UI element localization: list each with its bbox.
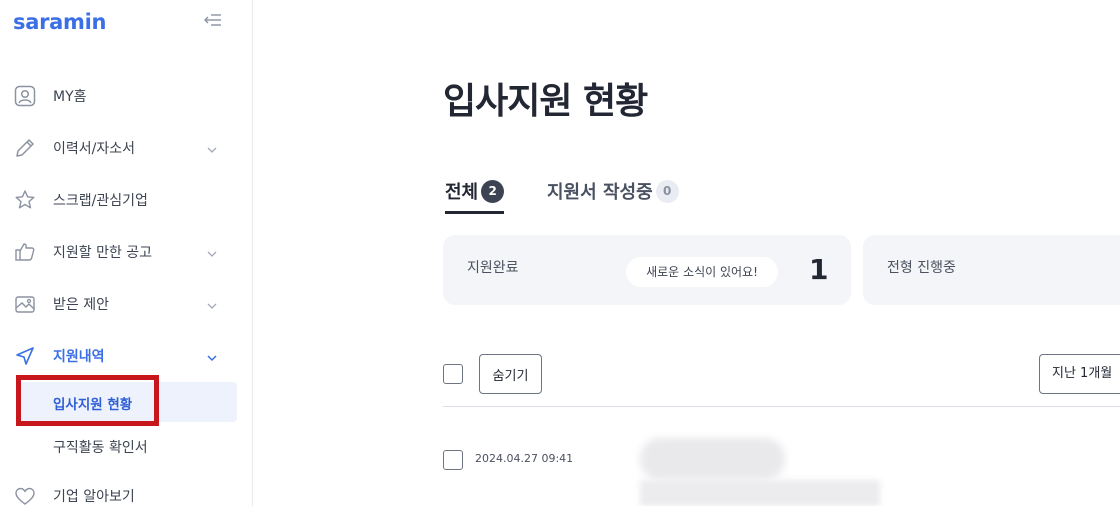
summary-card-applied[interactable]: 지원완료 새로운 소식이 있어요! 1: [443, 235, 851, 305]
saramin-logo[interactable]: saramin: [13, 10, 106, 34]
collapse-left-icon[interactable]: [203, 12, 225, 32]
sidebar-item-label: 이력서/자소서: [53, 141, 135, 157]
sidebar-item-label: 스크랩/관심기업: [53, 193, 148, 209]
sidebar-subitem-label: 구직활동 확인서: [53, 440, 148, 456]
chevron-down-icon: [205, 298, 219, 312]
sidebar-item-label: 지원내역: [53, 349, 105, 365]
sidebar-item-label: MY홈: [53, 89, 87, 105]
hide-button[interactable]: 숨기기: [479, 354, 542, 394]
sidebar-item-applications[interactable]: 지원내역: [0, 336, 252, 376]
sidebar-subitem-job-activity-certificate[interactable]: 구직활동 확인서: [18, 426, 237, 466]
tab-count-badge: 2: [481, 179, 505, 203]
summary-card-label: 전형 진행중: [887, 260, 956, 276]
period-select[interactable]: 지난 1개월: [1039, 354, 1120, 394]
user-icon: [13, 84, 37, 108]
star-icon: [13, 188, 37, 212]
list-toolbar: 숨기기 지난 1개월: [443, 353, 1120, 407]
summary-card-count: 1: [809, 253, 829, 286]
sidebar-item-label: 지원할 만한 공고: [53, 245, 153, 261]
blurred-job-title: [640, 480, 880, 506]
row-checkbox[interactable]: [443, 450, 463, 470]
blurred-company-name: [640, 438, 785, 480]
sidebar-item-resume[interactable]: 이력서/자소서: [0, 128, 252, 168]
summary-card-in-progress[interactable]: 전형 진행중: [863, 235, 1120, 305]
tab-label: 전체: [445, 182, 479, 203]
highlight-box: [16, 375, 159, 426]
heart-icon: [13, 484, 37, 506]
summary-card-label: 지원완료: [467, 260, 519, 276]
tab-drafting[interactable]: 지원서 작성중 0: [547, 178, 679, 214]
chevron-down-icon: [205, 142, 219, 156]
mail-icon: [13, 292, 37, 316]
thumbs-up-icon: [13, 240, 37, 264]
sidebar-item-recommended-jobs[interactable]: 지원할 만한 공고: [0, 232, 252, 272]
sidebar-item-my-home[interactable]: MY홈: [0, 76, 252, 116]
chevron-down-icon: [205, 350, 219, 364]
sidebar-item-scrap[interactable]: 스크랩/관심기업: [0, 180, 252, 220]
tab-label: 지원서 작성중: [547, 182, 653, 203]
sidebar-item-received-offers[interactable]: 받은 제안: [0, 284, 252, 324]
pencil-icon: [13, 136, 37, 160]
sidebar: saramin MY홈 이력서/자소서 스크랩/관심기업 지원할 만한 공고 받…: [0, 0, 253, 506]
tab-count-badge: 0: [655, 179, 679, 203]
new-news-badge: 새로운 소식이 있어요!: [626, 257, 778, 287]
sidebar-item-label: 받은 제안: [53, 297, 109, 313]
select-all-checkbox[interactable]: [443, 364, 463, 384]
application-date: 2024.04.27 09:41: [475, 452, 574, 465]
chevron-down-icon: [205, 246, 219, 260]
tab-all[interactable]: 전체 2: [445, 178, 505, 214]
sidebar-item-company-explore[interactable]: 기업 알아보기: [0, 476, 252, 506]
send-icon: [13, 344, 37, 368]
sidebar-item-label: 기업 알아보기: [53, 489, 135, 505]
page-title: 입사지원 현황: [443, 81, 648, 122]
